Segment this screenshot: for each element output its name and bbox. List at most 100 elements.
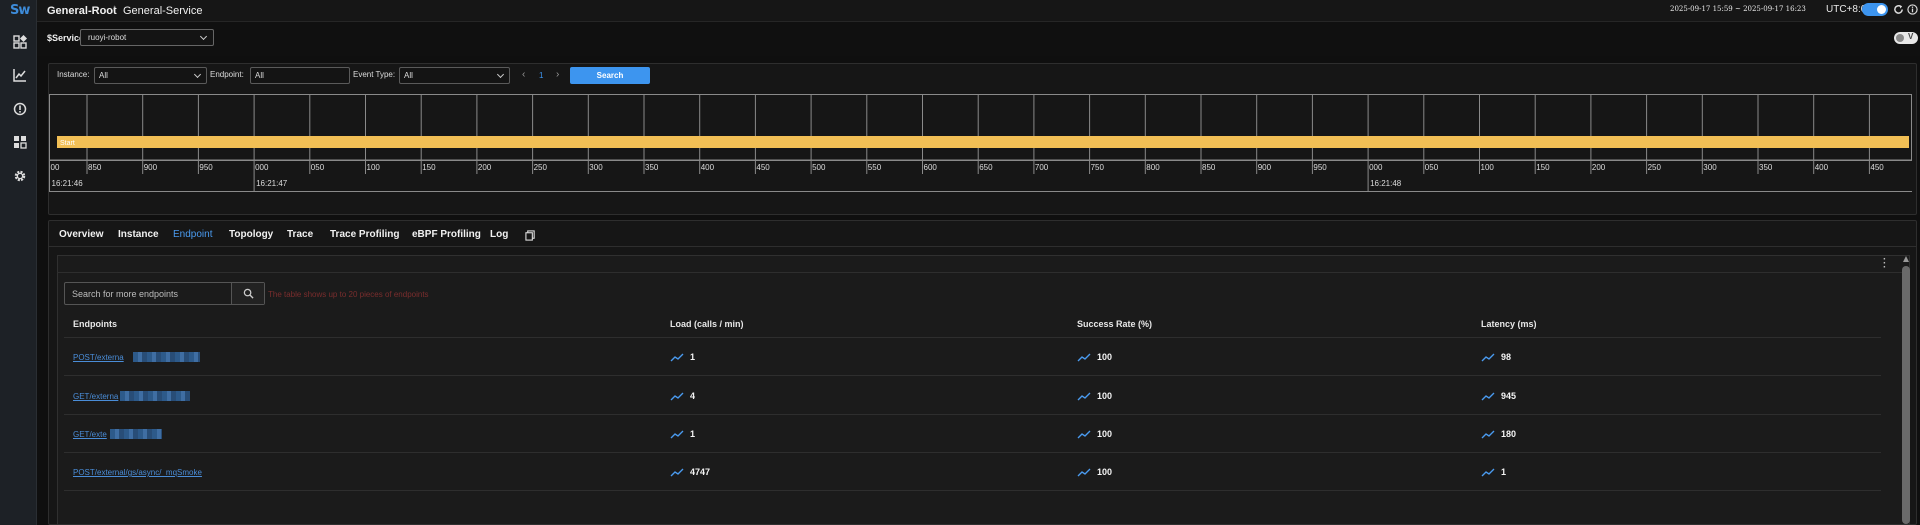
next-page-button[interactable]: › — [556, 69, 559, 80]
event-type-filter-label: Event Type: — [353, 70, 396, 79]
timeline-tick-label: 850 — [88, 163, 102, 172]
dashboard-icon[interactable] — [13, 35, 27, 49]
widgets-icon[interactable] — [13, 135, 27, 149]
prev-page-button[interactable]: ‹ — [522, 69, 525, 80]
endpoint-limit-note: The table shows up to 20 pieces of endpo… — [268, 290, 429, 299]
timeline-tick-label: 400 — [1815, 163, 1829, 172]
trend-chart-icon[interactable] — [670, 353, 684, 362]
timeline-tick-label: 450 — [1870, 163, 1884, 172]
trend-chart-icon[interactable] — [1077, 353, 1091, 362]
service-select-value: ruoyi-robot — [88, 33, 127, 42]
timeline-time-label: 16:21:46 — [52, 179, 84, 188]
endpoint-success-rate-value: 100 — [1097, 429, 1113, 439]
service-select[interactable]: ruoyi-robot — [80, 29, 214, 46]
tab-instance[interactable]: Instance — [118, 229, 159, 240]
event-type-filter-value: All — [404, 71, 413, 80]
alert-icon[interactable] — [13, 102, 27, 116]
event-bar-label: Start — [60, 140, 75, 147]
tab-overview[interactable]: Overview — [59, 229, 103, 240]
trend-chart-icon[interactable] — [670, 392, 684, 401]
tab-endpoint[interactable]: Endpoint — [173, 229, 212, 240]
trend-chart-icon[interactable] — [1481, 353, 1495, 362]
timeline-tick-label: 050 — [1425, 163, 1439, 172]
endpoint-link[interactable]: GET/externa — [73, 392, 118, 401]
event-type-filter-select[interactable]: All — [399, 67, 510, 84]
endpoint-link[interactable]: POST/external/gs/async/_mqSmoke — [73, 468, 202, 477]
table-row-divider — [64, 375, 1881, 376]
event-bar[interactable] — [57, 136, 1909, 148]
endpoint-latency-value: 98 — [1501, 352, 1512, 362]
search-button[interactable]: Search — [570, 67, 650, 84]
info-icon[interactable] — [1907, 4, 1918, 15]
timeline-time-label: 16:21:47 — [256, 179, 288, 188]
timeline-tick-label: 300 — [589, 163, 603, 172]
service-bar — [37, 22, 1920, 56]
timeline-tick-label: 100 — [1481, 163, 1495, 172]
timeline-tick-label: 050 — [311, 163, 325, 172]
timeline-tick-label: 300 — [1703, 163, 1717, 172]
table-header-divider — [64, 337, 1881, 338]
trend-chart-icon[interactable] — [1077, 392, 1091, 401]
endpoint-search-placeholder: Search for more endpoints — [72, 289, 179, 299]
trend-chart-icon[interactable] — [670, 468, 684, 477]
trend-chart-icon[interactable] — [1481, 468, 1495, 477]
sidebar: Sw — [0, 0, 37, 525]
endpoint-filter-input[interactable]: All — [250, 67, 350, 84]
trend-chart-icon[interactable] — [1077, 468, 1091, 477]
tab-topology[interactable]: Topology — [229, 229, 273, 240]
timeline-tick-label: 250 — [1648, 163, 1662, 172]
timeline-tick-label: 250 — [534, 163, 548, 172]
endpoint-search-button[interactable] — [231, 283, 264, 304]
column-header-latency: Latency (ms) — [1481, 319, 1537, 329]
view-mode-toggle[interactable]: V — [1894, 32, 1918, 44]
timeline-tick-label: 000 — [1369, 163, 1383, 172]
table-row-divider — [64, 452, 1881, 453]
page-number[interactable]: 1 — [539, 71, 543, 80]
gear-icon[interactable] — [13, 169, 27, 183]
timeline-tick-label: 700 — [1035, 163, 1049, 172]
timeline-tick-label: 900 — [144, 163, 158, 172]
timeline-tick-label: 800 — [1146, 163, 1160, 172]
breadcrumb-root[interactable]: General-Root — [47, 5, 117, 17]
endpoint-search-input[interactable]: Search for more endpoints — [64, 282, 265, 305]
timeline-tick-label: 200 — [478, 163, 492, 172]
instance-filter-select[interactable]: All — [94, 67, 207, 84]
chart-icon[interactable] — [13, 68, 27, 82]
endpoint-link[interactable]: POST/externa — [73, 353, 124, 362]
trend-chart-icon[interactable] — [1481, 430, 1495, 439]
endpoint-load-value: 1 — [690, 429, 696, 439]
table-row-divider — [64, 490, 1881, 491]
timeline-tick-label: 450 — [756, 163, 770, 172]
redacted-path — [120, 391, 190, 401]
endpoint-success-rate-value: 100 — [1097, 391, 1113, 401]
vertical-scrollbar[interactable] — [1902, 256, 1910, 524]
breadcrumb-separator: / — [112, 5, 115, 16]
breadcrumb-service[interactable]: General-Service — [123, 5, 202, 17]
tab-log[interactable]: Log — [490, 229, 508, 240]
trend-chart-icon[interactable] — [670, 430, 684, 439]
trend-chart-icon[interactable] — [1481, 392, 1495, 401]
tab-trace[interactable]: Trace — [287, 229, 313, 240]
app-logo[interactable]: Sw — [10, 3, 30, 18]
auto-refresh-toggle[interactable] — [1862, 3, 1888, 16]
timeline-tick-label: 200 — [1592, 163, 1606, 172]
endpoint-load-value: 4747 — [690, 467, 711, 477]
timeline-ticks: 00 850 900 950 000 050 100 150 200 250 300 350 400 45… — [49, 163, 1884, 191]
timeline-tick-label: 350 — [1759, 163, 1773, 172]
chevron-down-icon — [193, 70, 202, 79]
tab-ebpf-profiling[interactable]: eBPF Profiling — [412, 229, 481, 240]
chevron-down-icon — [199, 32, 208, 41]
timeline-tick-label: 950 — [1313, 163, 1327, 172]
timeline-tick-label: 400 — [701, 163, 715, 172]
timezone-label: UTC+8:0 — [1826, 4, 1867, 15]
endpoint-filter-label: Endpoint: — [210, 70, 244, 79]
trend-chart-icon[interactable] — [1077, 430, 1091, 439]
tab-trace-profiling[interactable]: Trace Profiling — [330, 229, 399, 240]
refresh-icon[interactable] — [1893, 4, 1904, 15]
endpoint-link[interactable]: GET/exte — [73, 430, 107, 439]
endpoint-filter-value: All — [255, 71, 264, 80]
time-range[interactable]: 2025-09-17 15:59 ~ 2025-09-17 16:23 — [1670, 5, 1806, 13]
timeline-tick-label: 150 — [1536, 163, 1550, 172]
more-options-icon[interactable]: · · · — [1883, 255, 1886, 273]
copy-icon[interactable] — [525, 230, 536, 241]
